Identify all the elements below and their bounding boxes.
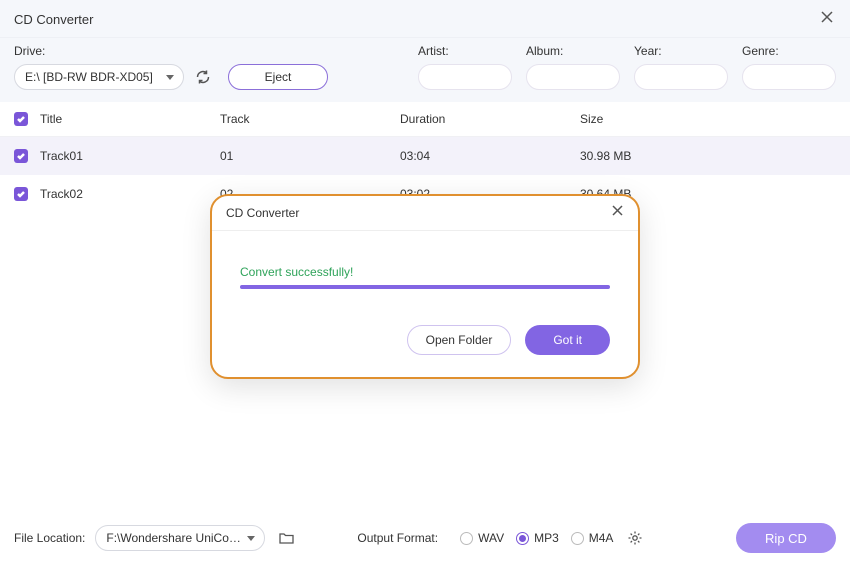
cell-duration: 03:04	[400, 149, 580, 163]
album-group: Album:	[526, 44, 620, 90]
album-label: Album:	[526, 44, 620, 58]
window-header: CD Converter	[0, 0, 850, 38]
drive-select[interactable]: E:\ [BD-RW BDR-XD05]	[14, 64, 184, 90]
year-input[interactable]	[634, 64, 728, 90]
year-label: Year:	[634, 44, 728, 58]
eject-button[interactable]: Eject	[228, 64, 328, 90]
artist-input[interactable]	[418, 64, 512, 90]
drive-select-value: E:\ [BD-RW BDR-XD05]	[25, 70, 153, 84]
col-header-size: Size	[580, 112, 836, 126]
got-it-button[interactable]: Got it	[525, 325, 610, 355]
radio-wav[interactable]: WAV	[460, 531, 504, 545]
radio-m4a[interactable]: M4A	[571, 531, 614, 545]
genre-label: Genre:	[742, 44, 836, 58]
drive-label: Drive:	[14, 44, 328, 58]
col-header-title: Title	[40, 112, 220, 126]
year-group: Year:	[634, 44, 728, 90]
modal-header: CD Converter	[212, 196, 638, 231]
output-format-label: Output Format:	[357, 531, 438, 545]
row-checkbox[interactable]	[14, 187, 28, 201]
modal-actions: Open Folder Got it	[212, 289, 638, 377]
row-checkbox[interactable]	[14, 149, 28, 163]
artist-label: Artist:	[418, 44, 512, 58]
refresh-icon[interactable]	[192, 66, 214, 88]
cell-size: 30.98 MB	[580, 149, 836, 163]
radio-icon	[516, 532, 529, 545]
rip-cd-button[interactable]: Rip CD	[736, 523, 836, 553]
output-format-group: Output Format: WAV MP3 M4A	[357, 528, 645, 548]
radio-mp3[interactable]: MP3	[516, 531, 559, 545]
album-input[interactable]	[526, 64, 620, 90]
success-message: Convert successfully!	[240, 265, 610, 279]
drive-group: Drive: E:\ [BD-RW BDR-XD05] Eject	[14, 44, 328, 90]
file-location-label: File Location:	[14, 531, 85, 545]
file-location-select[interactable]: F:\Wondershare UniConverter	[95, 525, 265, 551]
genre-input[interactable]	[742, 64, 836, 90]
drive-row: E:\ [BD-RW BDR-XD05] Eject	[14, 64, 328, 90]
toolbar: Drive: E:\ [BD-RW BDR-XD05] Eject Artist…	[0, 38, 850, 102]
radio-label: WAV	[478, 531, 504, 545]
folder-icon[interactable]	[275, 527, 297, 549]
table-header: Title Track Duration Size	[0, 102, 850, 137]
modal-body: Convert successfully!	[212, 231, 638, 289]
radio-label: MP3	[534, 531, 559, 545]
gear-icon[interactable]	[625, 528, 645, 548]
select-all-checkbox[interactable]	[14, 112, 28, 126]
radio-label: M4A	[589, 531, 614, 545]
open-folder-button[interactable]: Open Folder	[407, 325, 512, 355]
table-row[interactable]: Track01 01 03:04 30.98 MB	[0, 137, 850, 175]
modal-title: CD Converter	[226, 206, 299, 220]
col-header-track: Track	[220, 112, 400, 126]
close-icon[interactable]	[611, 204, 624, 222]
close-icon[interactable]	[818, 8, 836, 31]
cell-title: Track01	[40, 149, 220, 163]
artist-group: Artist:	[418, 44, 512, 90]
radio-icon	[571, 532, 584, 545]
window-title: CD Converter	[14, 12, 93, 27]
file-location-value: F:\Wondershare UniConverter	[106, 531, 246, 545]
col-header-duration: Duration	[400, 112, 580, 126]
genre-group: Genre:	[742, 44, 836, 90]
cell-track: 01	[220, 149, 400, 163]
cell-title: Track02	[40, 187, 220, 201]
radio-icon	[460, 532, 473, 545]
footer: File Location: F:\Wondershare UniConvert…	[0, 514, 850, 562]
success-modal: CD Converter Convert successfully! Open …	[210, 194, 640, 379]
